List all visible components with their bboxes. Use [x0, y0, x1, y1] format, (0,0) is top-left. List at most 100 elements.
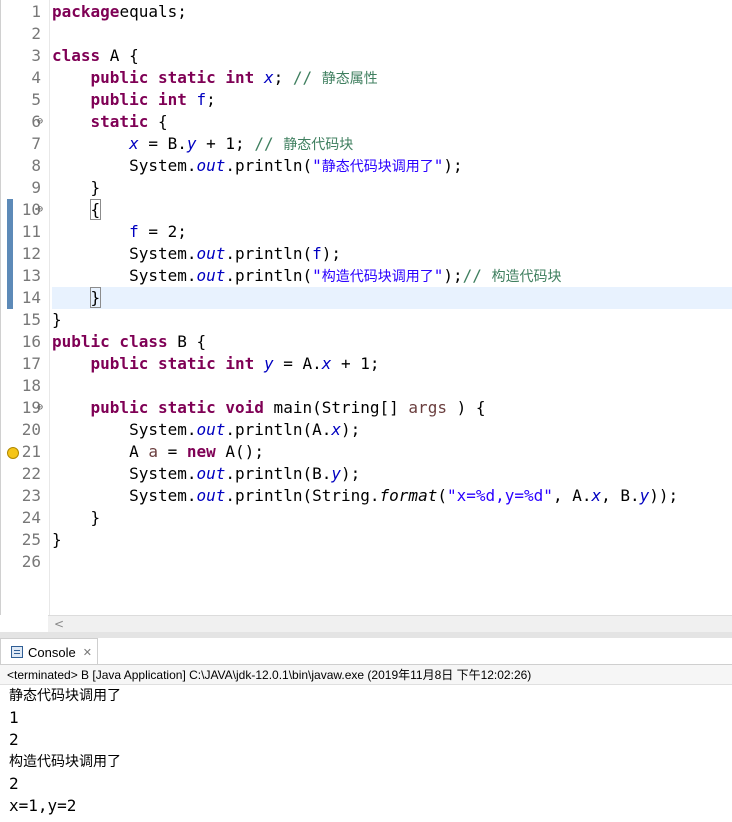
- code-line[interactable]: public static int x; // 静态属性: [52, 67, 732, 89]
- code-token: }: [89, 287, 102, 308]
- code-line[interactable]: public int f;: [52, 89, 732, 111]
- code-line[interactable]: }: [52, 529, 732, 551]
- code-token: = 2;: [138, 222, 187, 241]
- code-token: System.: [52, 244, 197, 263]
- code-token: ;: [273, 68, 293, 87]
- code-line[interactable]: System.out.println("构造代码块调用了");// 构造代码块: [52, 265, 732, 287]
- code-line[interactable]: [52, 551, 732, 573]
- code-line[interactable]: public static int y = A.x + 1;: [52, 353, 732, 375]
- code-line[interactable]: System.out.println(A.x);: [52, 419, 732, 441]
- code-token: .println(String.: [225, 486, 380, 505]
- code-token: , B.: [601, 486, 640, 505]
- code-token: format: [379, 486, 438, 505]
- line-number: 22: [21, 464, 41, 483]
- code-line[interactable]: A a = new A();: [52, 441, 732, 463]
- code-token: //: [254, 134, 284, 153]
- code-token: out: [196, 486, 226, 505]
- code-token: public static void: [90, 398, 264, 417]
- current-code-line[interactable]: }: [52, 287, 732, 309]
- console-output-line: 2: [9, 774, 19, 793]
- code-token: .println(B.: [225, 464, 332, 483]
- console-output-line: 构造代码块调用了: [9, 754, 121, 770]
- code-line[interactable]: packageequals;: [52, 1, 732, 23]
- line-number: 23: [21, 486, 41, 505]
- code-token: .println(: [225, 266, 313, 285]
- code-token: x: [263, 68, 274, 87]
- code-line[interactable]: System.out.println("静态代码块调用了");: [52, 155, 732, 177]
- line-number: 17: [21, 354, 41, 373]
- code-line[interactable]: [52, 23, 732, 45]
- warning-lightbulb-icon[interactable]: [7, 447, 19, 459]
- code-token: 构造代码块调用了: [321, 269, 434, 285]
- line-number: 21: [21, 442, 41, 461]
- line-number: 3: [31, 46, 41, 65]
- code-token: "x=%d,y=%d": [446, 486, 553, 505]
- code-token: .println(: [225, 156, 313, 175]
- code-token: y: [331, 464, 342, 483]
- code-line[interactable]: x = B.y + 1; // 静态代码块: [52, 133, 732, 155]
- code-token: x: [591, 486, 602, 505]
- code-line[interactable]: static {: [52, 111, 732, 133]
- line-number: 13: [21, 266, 41, 285]
- console-output[interactable]: 静态代码块调用了 1 2 构造代码块调用了 2 x=1,y=2: [9, 685, 121, 817]
- code-token: f: [196, 90, 207, 109]
- code-token: public int: [90, 90, 187, 109]
- fold-collapse-icon[interactable]: ⊖: [37, 111, 43, 133]
- code-token: 静态属性: [321, 71, 378, 87]
- code-token: = A.: [273, 354, 322, 373]
- fold-collapse-icon[interactable]: ⊖: [37, 397, 43, 419]
- code-line[interactable]: [52, 375, 732, 397]
- horizontal-scrollbar[interactable]: <: [48, 615, 732, 632]
- code-token: , A.: [552, 486, 592, 505]
- code-line[interactable]: }: [52, 309, 732, 331]
- code-token: System.: [52, 464, 197, 483]
- scroll-left-arrow-icon[interactable]: <: [54, 616, 64, 632]
- line-number: 14: [21, 288, 41, 307]
- line-number: 25: [21, 530, 41, 549]
- line-number: 12: [21, 244, 41, 263]
- code-line[interactable]: System.out.println(f);: [52, 243, 732, 265]
- tab-console[interactable]: Console ✕: [0, 638, 98, 665]
- code-token: A: [52, 442, 149, 461]
- code-line[interactable]: System.out.println(String.format("x=%d,y…: [52, 485, 732, 507]
- line-number: 11: [21, 222, 41, 241]
- code-token: public class: [52, 332, 168, 351]
- code-line[interactable]: public static void main(String[] args ) …: [52, 397, 732, 419]
- code-token: .println(: [225, 244, 313, 263]
- code-token: a: [148, 442, 158, 461]
- code-line[interactable]: {: [52, 199, 732, 221]
- code-line[interactable]: class A {: [52, 45, 732, 67]
- text-cursor: [100, 289, 102, 308]
- code-line[interactable]: f = 2;: [52, 221, 732, 243]
- code-token: out: [196, 244, 226, 263]
- code-token: B {: [167, 332, 207, 351]
- code-line[interactable]: }: [52, 507, 732, 529]
- code-token: ) {: [446, 398, 486, 417]
- line-number-ruler[interactable]: 1 2 3 4 5 6 7 8 9 10 11 12 13 14 15 16 17 18 19 20 21 22 23 24 2…: [1, 0, 50, 615]
- code-token: x: [331, 420, 342, 439]
- console-process-header: <terminated> B [Java Application] C:\JAV…: [0, 665, 732, 685]
- code-area[interactable]: packageequals; class A { public static in…: [52, 0, 732, 615]
- console-output-line: 静态代码块调用了: [9, 688, 121, 704]
- code-token: ": [433, 156, 444, 175]
- code-line[interactable]: }: [52, 177, 732, 199]
- code-editor[interactable]: 1 2 3 4 5 6 7 8 9 10 11 12 13 14 15 16 17 18 19 20 21 22 23 24 2…: [0, 0, 732, 615]
- line-number: 24: [21, 508, 41, 527]
- line-number: 20: [21, 420, 41, 439]
- console-tab-label: Console: [28, 644, 76, 660]
- code-token: out: [196, 464, 226, 483]
- code-token: x: [321, 354, 332, 373]
- fold-collapse-icon[interactable]: ⊖: [37, 199, 43, 221]
- code-token: System.: [52, 156, 197, 175]
- code-token: ": [312, 156, 322, 175]
- line-number: 1: [31, 2, 41, 21]
- console-output-line: 1: [9, 708, 19, 727]
- panel-separator[interactable]: [0, 632, 732, 638]
- close-icon[interactable]: ✕: [83, 646, 92, 659]
- code-line[interactable]: public class B {: [52, 331, 732, 353]
- code-line[interactable]: System.out.println(B.y);: [52, 463, 732, 485]
